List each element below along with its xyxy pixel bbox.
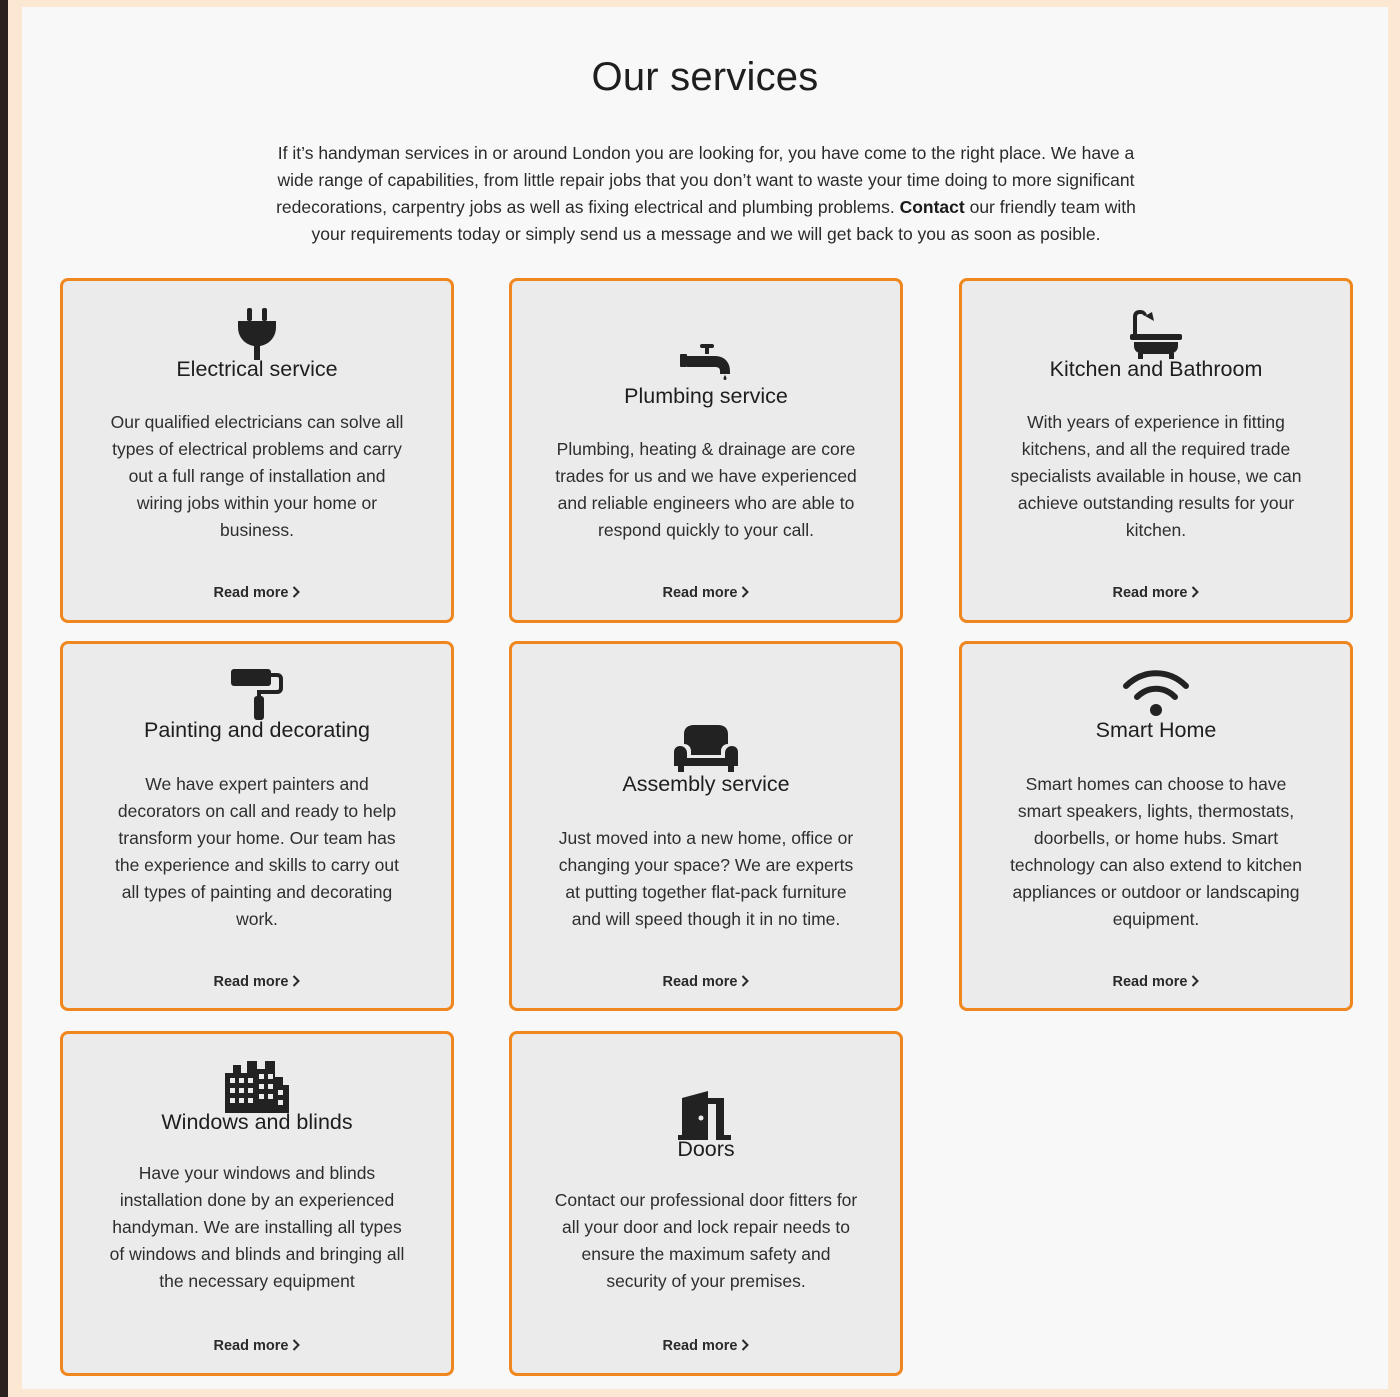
chevron-right-icon xyxy=(742,975,750,987)
building-windows-icon xyxy=(225,1061,289,1113)
read-more-label: Read more xyxy=(213,585,289,601)
card-title: Windows and blinds xyxy=(161,1110,353,1134)
read-more-label: Read more xyxy=(662,585,738,601)
read-more-link[interactable]: Read more xyxy=(512,974,900,990)
card-title: Doors xyxy=(677,1137,735,1161)
page-title: Our services xyxy=(591,55,819,99)
faucet-icon xyxy=(680,344,730,380)
bath-icon xyxy=(1130,310,1182,359)
service-card-plumbing: Plumbing service Plumbing, heating & dra… xyxy=(509,278,903,623)
card-description: Have your windows and blinds installatio… xyxy=(109,1163,405,1291)
chevron-right-icon xyxy=(742,586,750,598)
read-more-link[interactable]: Read more xyxy=(962,585,1350,601)
card-description: We have expert painters and decorators o… xyxy=(114,774,400,929)
paint-roller-icon xyxy=(231,669,283,720)
card-title: Kitchen and Bathroom xyxy=(1049,357,1263,381)
service-card-windows-blinds: Windows and blinds Have your windows and… xyxy=(60,1031,454,1376)
card-title: Plumbing service xyxy=(624,384,788,408)
chevron-right-icon xyxy=(293,586,301,598)
read-more-link[interactable]: Read more xyxy=(512,1338,900,1354)
card-description: Just moved into a new home, office or ch… xyxy=(558,828,854,929)
service-card-assembly: Assembly service Just moved into a new h… xyxy=(509,641,903,1011)
read-more-label: Read more xyxy=(662,1338,738,1354)
chevron-right-icon xyxy=(1192,586,1200,598)
card-description: Smart homes can choose to have smart spe… xyxy=(1010,774,1302,929)
read-more-link[interactable]: Read more xyxy=(512,585,900,601)
service-card-kitchen-bathroom: Kitchen and Bathroom With years of exper… xyxy=(959,278,1353,623)
read-more-label: Read more xyxy=(213,1338,289,1354)
read-more-link[interactable]: Read more xyxy=(63,1338,451,1354)
card-title: Electrical service xyxy=(176,357,338,381)
read-more-link[interactable]: Read more xyxy=(63,974,451,990)
intro-paragraph: If it’s handyman services in or around L… xyxy=(265,140,1147,248)
card-description: Plumbing, heating & drainage are core tr… xyxy=(555,439,857,540)
chevron-right-icon xyxy=(293,1339,301,1351)
chevron-right-icon xyxy=(1192,975,1200,987)
left-edge-strip xyxy=(0,0,8,1397)
plug-icon xyxy=(238,308,276,360)
card-description: Contact our professional door fitters fo… xyxy=(554,1190,858,1291)
services-section: Our services If it’s handyman services i… xyxy=(22,7,1388,1389)
card-description: Our qualified electricians can solve all… xyxy=(110,412,404,540)
chevron-right-icon xyxy=(742,1339,750,1351)
read-more-label: Read more xyxy=(1112,974,1188,990)
read-more-link[interactable]: Read more xyxy=(962,974,1350,990)
door-icon xyxy=(678,1091,731,1140)
couch-icon xyxy=(674,725,738,772)
read-more-label: Read more xyxy=(213,974,289,990)
read-more-label: Read more xyxy=(662,974,738,990)
wifi-icon xyxy=(1123,670,1189,716)
service-card-painting: Painting and decorating We have expert p… xyxy=(60,641,454,1011)
card-title: Smart Home xyxy=(1095,718,1217,742)
card-description: With years of experience in fitting kitc… xyxy=(1010,412,1302,540)
read-more-label: Read more xyxy=(1112,585,1188,601)
service-card-smart-home: Smart Home Smart homes can choose to hav… xyxy=(959,641,1353,1011)
service-card-electrical: Electrical service Our qualified electri… xyxy=(60,278,454,623)
card-title: Painting and decorating xyxy=(144,718,370,742)
service-card-doors: Doors Contact our professional door fitt… xyxy=(509,1031,903,1376)
chevron-right-icon xyxy=(293,975,301,987)
read-more-link[interactable]: Read more xyxy=(63,585,451,601)
card-title: Assembly service xyxy=(622,772,790,796)
contact-link[interactable]: Contact xyxy=(900,197,965,217)
